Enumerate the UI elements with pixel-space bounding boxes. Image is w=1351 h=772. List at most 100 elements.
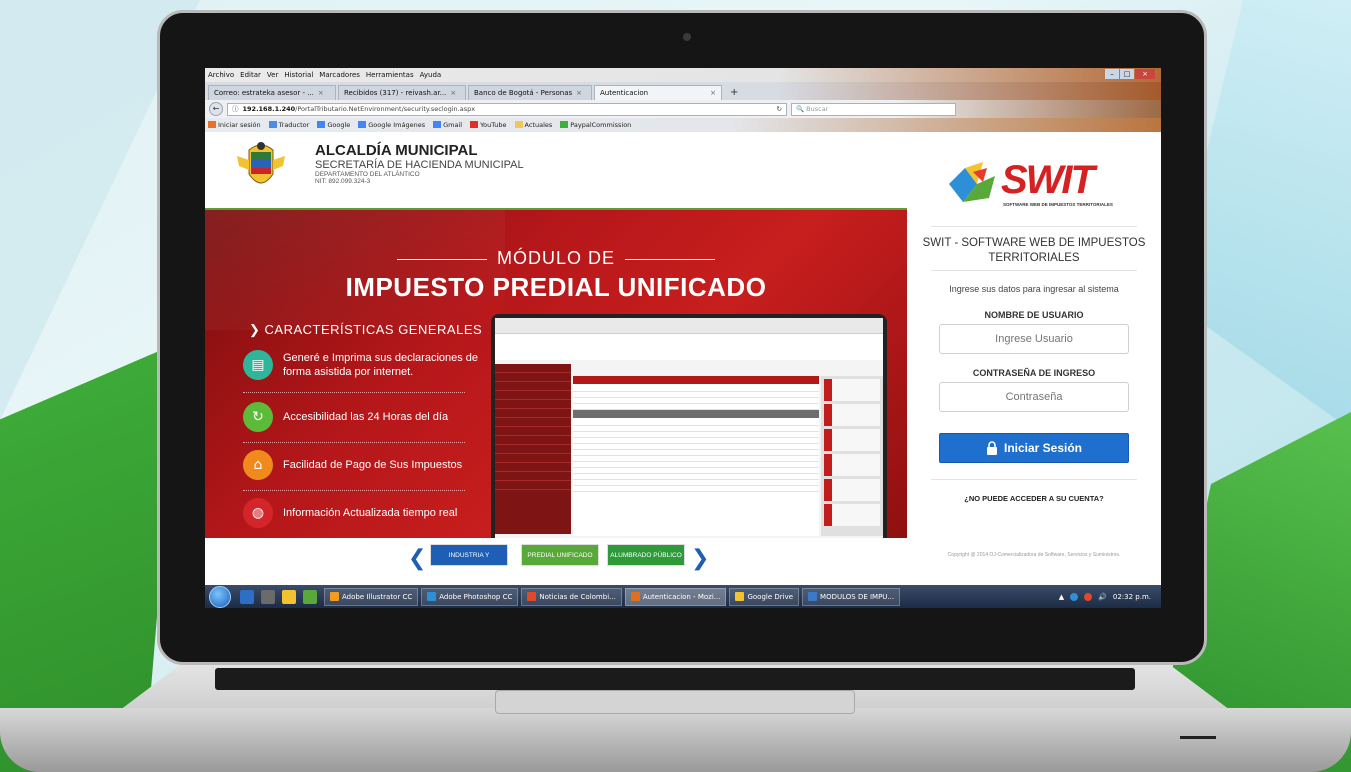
pinned-app-icon[interactable]	[240, 589, 254, 604]
bookmark-item[interactable]: Gmail	[433, 121, 462, 129]
module-alumbrado-button[interactable]: ALUMBRADO PÚBLICO	[607, 544, 685, 566]
tab-correo[interactable]: Correo: estrateka asesor - ... ×	[208, 85, 336, 100]
feature-text: Información Actualizada tiempo real	[283, 507, 458, 519]
feature-item: ⌂ Facilidad de Pago de Sus Impuestos	[243, 450, 483, 480]
login-button[interactable]: Iniciar Sesión	[939, 433, 1129, 463]
carousel-prev-icon[interactable]: ❮	[408, 546, 426, 571]
coat-of-arms-icon	[237, 142, 285, 184]
google-icon	[358, 121, 367, 128]
tab-autenticacion[interactable]: Autenticacion ×	[594, 85, 722, 100]
tab-label: Autenticacion	[600, 89, 649, 97]
bookmark-item[interactable]: YouTube	[470, 121, 507, 129]
banner-pre-title: MÓDULO DE	[205, 248, 907, 269]
feature-item: ▤ Generé e Imprima sus declaraciones de …	[243, 350, 483, 380]
username-input[interactable]	[939, 324, 1129, 354]
swit-logo: SWIT SOFTWARE WEB DE IMPUESTOS TERRITORI…	[943, 154, 1123, 214]
google-icon	[317, 121, 326, 128]
taskbar-app-photoshop[interactable]: Adobe Photoshop CC	[421, 587, 519, 606]
taskbar-app-illustrator[interactable]: Adobe Illustrator CC	[324, 587, 419, 606]
divider	[243, 490, 465, 491]
module-industria-button[interactable]: INDUSTRIA Y COMERCIO	[430, 544, 508, 581]
webcam	[683, 33, 691, 41]
swit-emblem-icon	[949, 162, 995, 202]
login-button-label: Iniciar Sesión	[1003, 441, 1083, 455]
url-host: 192.168.1.240	[242, 104, 296, 113]
folder-icon	[735, 592, 745, 601]
password-input[interactable]	[939, 382, 1129, 412]
chrome-icon	[527, 592, 537, 601]
close-tab-icon[interactable]: ×	[318, 89, 324, 97]
browser-search-input[interactable]: 🔍 Buscar	[791, 102, 956, 116]
bookmark-item[interactable]: Google	[317, 121, 350, 129]
window-icon	[808, 592, 818, 601]
tab-recibidos[interactable]: Recibidos (317) - reivash.ar... ×	[338, 85, 466, 100]
taskbar-app-drive[interactable]: Google Drive	[729, 587, 800, 606]
close-tab-icon[interactable]: ×	[450, 89, 456, 97]
bookmark-item[interactable]: Google Imágenes	[358, 121, 425, 129]
minimize-icon[interactable]: –	[1105, 69, 1119, 79]
copyright-text: Copyright @ 2014 OJ-Comercializadora de …	[947, 552, 1121, 558]
bookmark-item[interactable]: PaypalCommission	[560, 121, 631, 129]
menu-herramientas[interactable]: Herramientas	[366, 71, 414, 79]
info-icon[interactable]: ⓘ	[232, 104, 239, 115]
new-tab-button[interactable]: +	[724, 85, 744, 100]
menu-ayuda[interactable]: Ayuda	[420, 71, 442, 79]
start-button[interactable]	[209, 585, 231, 608]
system-tray: ▲ 🔊 02:32 p.m.	[1059, 592, 1161, 601]
tab-banco[interactable]: Banco de Bogotá - Personas ×	[468, 85, 592, 100]
close-tab-icon[interactable]: ×	[576, 89, 582, 97]
header-department: DEPARTAMENTO DEL ATLÁNTICO	[315, 171, 420, 178]
screen: Archivo Editar Ver Historial Marcadores …	[205, 68, 1161, 608]
url-bar[interactable]: ⓘ 192.168.1.240/PortalTributario.NetEnvi…	[227, 102, 787, 116]
hero-banner: MÓDULO DE IMPUESTO PREDIAL UNIFICADO ❯ C…	[205, 210, 907, 538]
document-icon: ▤	[243, 350, 273, 380]
window-controls: – □ ×	[1105, 69, 1155, 79]
login-panel: SWIT SOFTWARE WEB DE IMPUESTOS TERRITORI…	[907, 132, 1161, 576]
menu-ver[interactable]: Ver	[267, 71, 278, 79]
lock-icon	[986, 441, 997, 455]
menu-historial[interactable]: Historial	[284, 71, 313, 79]
forgot-account-link[interactable]: ¿NO PUEDE ACCEDER A SU CUENTA?	[907, 494, 1161, 503]
menu-marcadores[interactable]: Marcadores	[319, 71, 360, 79]
close-tab-icon[interactable]: ×	[710, 89, 716, 97]
pinned-app-icon[interactable]	[303, 589, 317, 604]
time-text: 02:32 p.m.	[1112, 592, 1151, 601]
flag-icon[interactable]	[1084, 592, 1093, 601]
username-label: NOMBRE DE USUARIO	[984, 310, 1084, 320]
login-title: SWIT - SOFTWARE WEB DE IMPUESTOS TERRITO…	[922, 237, 1146, 264]
taskbar-app-noticias[interactable]: Noticias de Colombi...	[521, 587, 622, 606]
close-icon[interactable]: ×	[1135, 69, 1155, 79]
laptop-body	[0, 708, 1351, 772]
volume-icon[interactable]: 🔊	[1098, 593, 1107, 601]
bookmark-item[interactable]: Iniciar sesión	[208, 121, 261, 129]
divider	[243, 442, 465, 443]
feature-item: ◍ Información Actualizada tiempo real	[243, 498, 483, 528]
banner-decoration	[205, 210, 505, 330]
photoshop-icon	[427, 592, 437, 601]
pinned-app-icon[interactable]	[282, 589, 296, 604]
google-icon	[433, 121, 442, 128]
bookmark-item[interactable]: Traductor	[268, 121, 309, 129]
reload-icon[interactable]: ↻	[773, 104, 786, 115]
menu-editar[interactable]: Editar	[240, 71, 261, 79]
taskbar-app-firefox[interactable]: Autenticacion - Mozi...	[624, 587, 727, 606]
module-predial-button[interactable]: PREDIAL UNIFICADO	[521, 544, 599, 566]
web-page: ALCALDÍA MUNICIPAL SECRETARÍA DE HACIEND…	[205, 132, 1161, 581]
maximize-icon[interactable]: □	[1120, 69, 1134, 79]
tray-arrow-icon[interactable]: ▲	[1059, 593, 1064, 601]
portal-panel: ALCALDÍA MUNICIPAL SECRETARÍA DE HACIEND…	[205, 132, 907, 581]
network-icon[interactable]	[1070, 592, 1079, 601]
taskbar-app-modulos[interactable]: MODULOS DE IMPU...	[802, 587, 901, 606]
pinned-app-icon[interactable]	[261, 589, 275, 604]
menu-archivo[interactable]: Archivo	[208, 71, 234, 79]
firefox-icon	[630, 592, 640, 601]
bookmark-item[interactable]: Actuales	[514, 121, 552, 129]
illustrator-icon	[330, 592, 339, 601]
browser-menubar: Archivo Editar Ver Historial Marcadores …	[205, 68, 1161, 82]
folder-icon	[514, 121, 523, 128]
carousel-next-icon[interactable]: ❯	[691, 546, 709, 571]
back-icon[interactable]: ←	[209, 102, 223, 116]
feature-text: Facilidad de Pago de Sus Impuestos	[283, 459, 463, 471]
keyboard	[215, 668, 1135, 690]
globe-icon: ◍	[243, 498, 273, 528]
